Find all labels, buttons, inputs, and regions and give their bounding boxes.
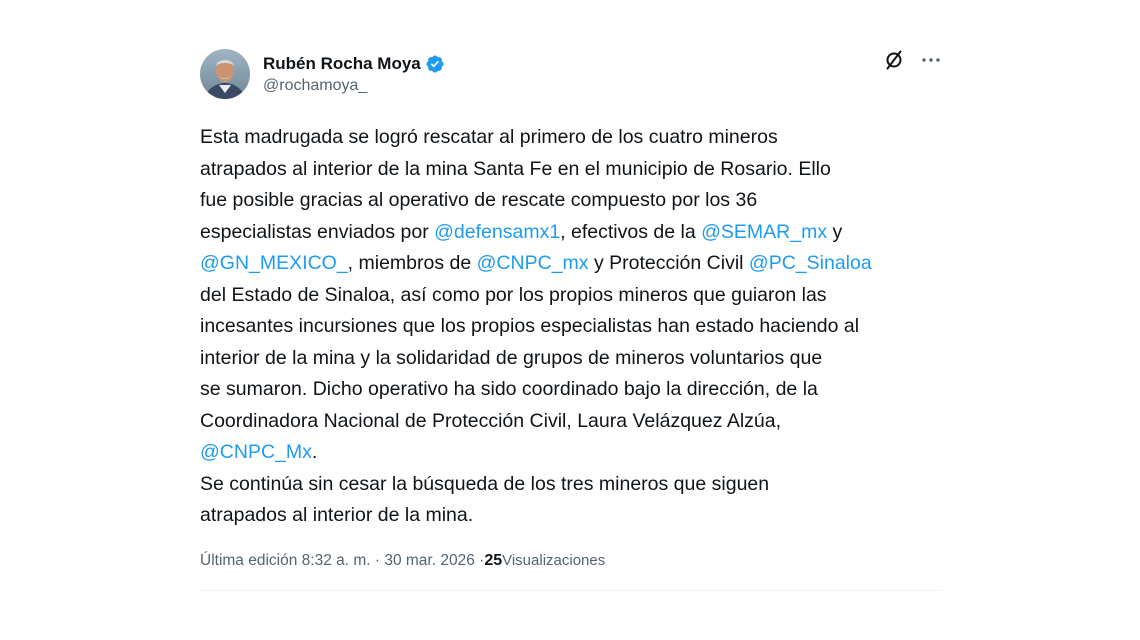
header-actions [882, 48, 942, 72]
grok-icon[interactable] [882, 48, 906, 72]
author-handle[interactable]: @rochamoya_ [263, 77, 445, 95]
author-names: Rubén Rocha Moya @rochamoya_ [263, 54, 445, 95]
tweet-text-segment: Coordinadora Nacional de Protección Civi… [200, 409, 782, 432]
tweet-text-segment: atrapados al interior de la mina Santa F… [200, 157, 831, 180]
tweet-text-segment: y Protección Civil [588, 252, 749, 274]
tweet-text-segment: se sumaron. Dicho operativo ha sido coor… [200, 378, 818, 400]
tweet: Rubén Rocha Moya @rochamoya_ Esta madrug… [200, 44, 942, 591]
tweet-text-segment: , miembros de [347, 252, 477, 274]
verified-badge-icon[interactable] [425, 54, 445, 74]
mention-link[interactable]: @CNPC_mx [477, 252, 589, 274]
edited-timestamp-link[interactable]: Última edición 8:32 a. m. · 30 mar. 2026… [200, 552, 484, 570]
tweet-text-segment: atrapados al interior de la mina. [200, 504, 474, 526]
display-name[interactable]: Rubén Rocha Moya [263, 54, 421, 74]
mention-link[interactable]: @PC_Sinaloa [749, 252, 872, 274]
mention-link[interactable]: @defensamx1 [434, 221, 560, 243]
divider [200, 589, 942, 591]
user-photo-icon [200, 49, 250, 99]
views-count: 25 [484, 551, 503, 569]
name-row: Rubén Rocha Moya [263, 54, 445, 74]
tweet-text-segment: especialistas enviados por [200, 220, 435, 243]
tweet-text-segment: y [827, 220, 843, 243]
tweet-text-segment: fue posible gracias al operativo de resc… [200, 189, 758, 211]
tweet-text-segment: Esta madrugada se logró rescatar al prim… [200, 126, 778, 148]
tweet-text: Esta madrugada se logró rescatar al prim… [200, 122, 942, 532]
avatar[interactable] [200, 49, 250, 99]
more-options-icon[interactable] [920, 49, 942, 71]
tweet-meta: Última edición 8:32 a. m. · 30 mar. 2026… [200, 552, 942, 570]
mention-link[interactable]: @SEMAR_mx [701, 221, 827, 243]
mention-link[interactable]: @CNPC_Mx [200, 441, 312, 463]
tweet-text-segment: incesantes incursiones que los propios e… [200, 315, 860, 337]
tweet-text-segment: , efectivos de la [560, 220, 702, 243]
tweet-header: Rubén Rocha Moya @rochamoya_ [200, 44, 942, 104]
tweet-text-segment: interior de la mina y la solidaridad de … [200, 346, 823, 369]
tweet-text-segment: Se continúa sin cesar la búsqueda de los… [200, 472, 770, 495]
tweet-text-segment: del Estado de Sinaloa, así como por los … [200, 283, 827, 306]
mention-link[interactable]: @GN_MEXICO_ [200, 252, 348, 274]
tweet-text-segment: . [311, 441, 318, 463]
views-label: Visualizaciones [502, 551, 606, 569]
